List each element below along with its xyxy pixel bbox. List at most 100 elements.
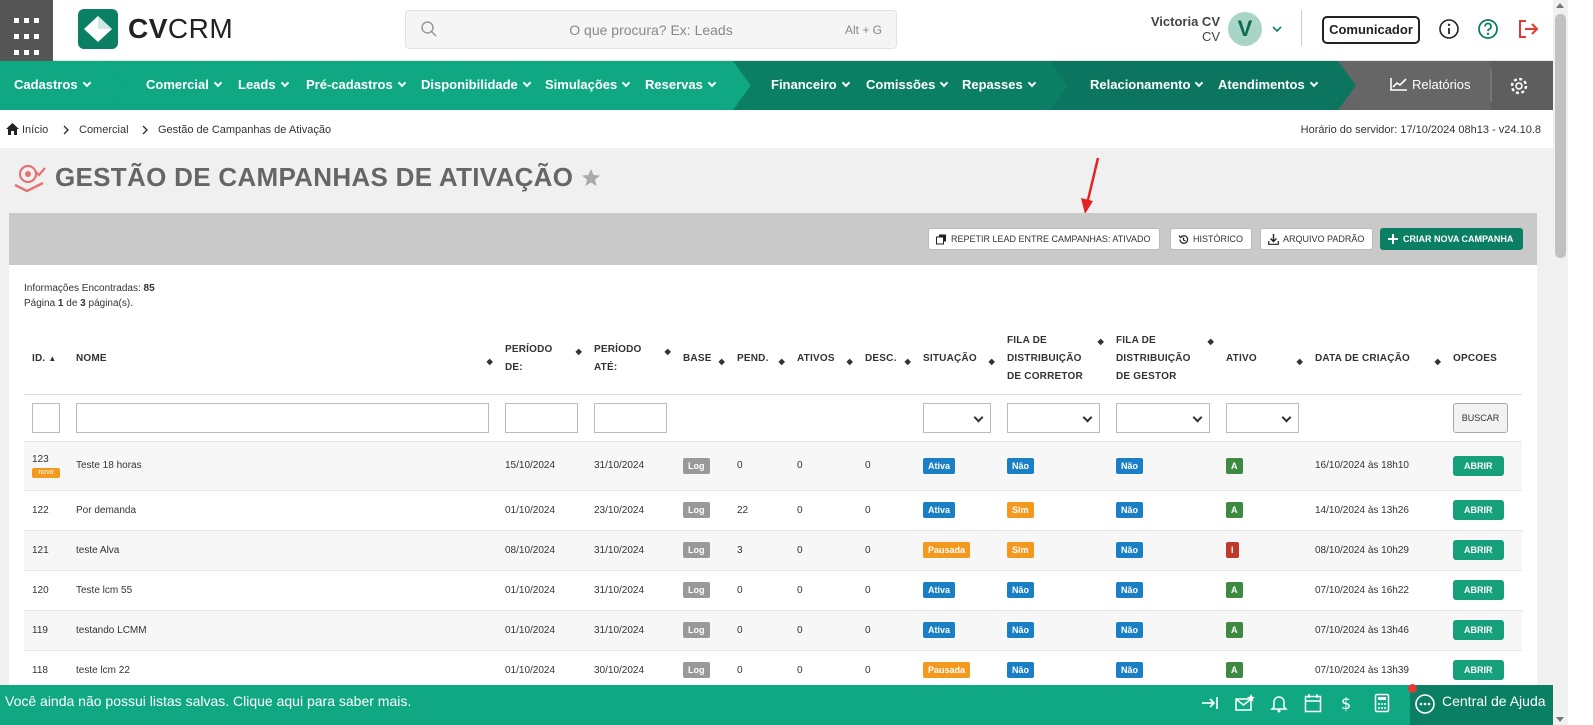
page-title: GESTÃO DE CAMPANHAS DE ATIVAÇÃO <box>55 162 574 192</box>
filter-situacao-select[interactable] <box>923 402 991 433</box>
brand-bold: CV <box>128 13 168 44</box>
filter-to-input[interactable] <box>594 402 667 433</box>
gear-icon[interactable] <box>1509 76 1529 96</box>
sort-icon: ◆ <box>1207 337 1214 346</box>
cell-fila-gestor: Não <box>1108 490 1218 531</box>
star-icon[interactable] <box>581 168 601 188</box>
filter-from-input[interactable] <box>505 402 578 433</box>
cell-pend: 0 <box>729 570 789 611</box>
cell-period-to: 31/10/2024 <box>586 610 675 651</box>
open-button[interactable]: ABRIR <box>1453 500 1504 520</box>
cell-situacao: Ativa <box>915 610 999 651</box>
nav-comissoes[interactable]: Comissões <box>866 77 949 92</box>
cell-base: Log <box>675 570 729 611</box>
sort-icon: ◆ <box>1097 337 1104 346</box>
filter-ativo-select[interactable] <box>1226 402 1299 433</box>
user-info[interactable]: Victoria CV CV <box>1140 14 1220 44</box>
col-situacao[interactable]: SITUAÇÃO ◆ <box>915 325 999 395</box>
avatar[interactable]: V <box>1228 12 1262 46</box>
calendar-icon[interactable] <box>1304 693 1322 713</box>
nav-reservas[interactable]: Reservas <box>645 77 717 92</box>
cell-options: ABRIR <box>1445 570 1522 611</box>
cell-ativos: 0 <box>789 610 857 651</box>
help-icon[interactable] <box>1477 18 1499 40</box>
cell-id: 121 <box>24 530 68 571</box>
home-icon[interactable] <box>6 123 19 135</box>
col-base[interactable]: BASE ◆ <box>675 325 729 395</box>
nav-simulacoes[interactable]: Simulações <box>545 77 631 92</box>
cell-created: 14/10/2024 às 13h26 <box>1307 490 1445 531</box>
filter-name-input[interactable] <box>76 402 489 433</box>
status-badge: Pausada <box>923 542 971 558</box>
help-center-button[interactable]: Central de Ajuda <box>1410 685 1553 725</box>
calculator-icon[interactable] <box>1374 693 1390 713</box>
nav-leads[interactable]: Leads <box>238 77 289 92</box>
nav-atendimentos[interactable]: Atendimentos <box>1218 77 1318 92</box>
mail-star-icon[interactable] <box>1234 693 1256 713</box>
nav-disponibilidade[interactable]: Disponibilidade <box>421 77 532 92</box>
col-pend[interactable]: PEND. ◆ <box>729 325 789 395</box>
download-icon <box>1268 234 1279 245</box>
bell-icon[interactable] <box>1270 693 1288 713</box>
svg-text:$: $ <box>1341 694 1351 713</box>
logout-icon[interactable] <box>1516 18 1540 40</box>
cell-ativos: 0 <box>789 650 857 691</box>
repeat-lead-button[interactable]: REPETIR LEAD ENTRE CAMPANHAS: ATIVADO <box>928 228 1160 250</box>
vertical-scrollbar[interactable] <box>1553 0 1568 725</box>
nav-comercial[interactable]: Comercial <box>146 77 223 92</box>
breadcrumb-home[interactable]: Início <box>22 124 48 136</box>
cvcrm-logo[interactable]: CVCRM <box>78 9 233 49</box>
saved-lists-message[interactable]: Você ainda não possui listas salvas. Cli… <box>5 693 411 709</box>
col-desc[interactable]: DESC. ◆ <box>857 325 915 395</box>
queue-badge: Não <box>1116 457 1144 474</box>
top-header: CVCRM O que procura? Ex: Leads Alt + G V… <box>0 0 1575 61</box>
nav-cadastros[interactable]: Cadastros <box>14 77 91 92</box>
history-button[interactable]: HISTÓRICO <box>1170 228 1253 250</box>
scrollbar-thumb[interactable] <box>1555 14 1566 258</box>
app-grid-icon[interactable] <box>0 0 53 61</box>
open-button[interactable]: ABRIR <box>1453 540 1504 560</box>
open-button[interactable]: ABRIR <box>1453 620 1504 640</box>
col-fila-gestor[interactable]: FILA DE DISTRIBUIÇÃO DE GESTOR ◆ <box>1108 325 1218 395</box>
open-button[interactable]: ABRIR <box>1453 455 1504 476</box>
filter-fila-corretor-select[interactable] <box>1007 402 1100 433</box>
cell-fila-corretor: Sim <box>999 490 1108 531</box>
col-ativos[interactable]: ATIVOS ◆ <box>789 325 857 395</box>
collapse-right-icon[interactable] <box>1200 693 1220 713</box>
cell-situacao: Ativa <box>915 441 999 491</box>
col-ativo[interactable]: ATIVO ◆ <box>1218 325 1307 395</box>
cell-id: 123 novo <box>24 441 68 491</box>
history-icon <box>1178 235 1189 244</box>
col-created[interactable]: DATA DE CRIAÇÃO ◆ <box>1307 325 1445 395</box>
col-fila-corretor[interactable]: FILA DE DISTRIBUIÇÃO DE CORRETOR ◆ <box>999 325 1108 395</box>
nav-pre-cadastros[interactable]: Pré-cadastros <box>306 77 406 92</box>
col-id[interactable]: ID. ▲ <box>24 325 68 395</box>
queue-badge: Não <box>1007 622 1035 638</box>
global-search[interactable]: O que procura? Ex: Leads Alt + G <box>405 10 897 49</box>
filter-fila-gestor-select[interactable] <box>1116 402 1210 433</box>
open-button[interactable]: ABRIR <box>1453 580 1504 600</box>
dollar-icon[interactable]: $ <box>1340 693 1354 713</box>
info-icon[interactable] <box>1438 18 1460 40</box>
sort-asc-icon: ▲ <box>48 354 57 364</box>
breadcrumb-comercial[interactable]: Comercial <box>79 124 129 136</box>
chevron-down-icon[interactable] <box>1271 24 1283 34</box>
default-file-button[interactable]: ARQUIVO PADRÃO <box>1260 228 1374 250</box>
nav-financeiro[interactable]: Financeiro <box>771 77 850 92</box>
cell-pend: 22 <box>729 490 789 531</box>
cell-id: 122 <box>24 490 68 531</box>
col-period-from[interactable]: PERÍODO DE: ◆ <box>497 325 586 395</box>
search-button[interactable]: BUSCAR <box>1453 402 1508 433</box>
create-campaign-button[interactable]: CRIAR NOVA CAMPANHA <box>1380 228 1524 250</box>
communicator-button[interactable]: Comunicador <box>1322 16 1420 44</box>
cell-situacao: Ativa <box>915 570 999 611</box>
col-name[interactable]: NOME ◆ <box>68 325 497 395</box>
table-row: 119 testando LCMM 01/10/2024 31/10/2024 Log 0… <box>24 610 1522 651</box>
nav-relatorios[interactable]: Relatórios <box>1390 77 1471 92</box>
col-period-to[interactable]: PERÍODO ATÉ: ◆ <box>586 325 675 395</box>
nav-relacionamento[interactable]: Relacionamento <box>1090 77 1204 92</box>
filter-id-input[interactable] <box>32 402 60 433</box>
cell-ativos: 0 <box>789 570 857 611</box>
nav-repasses[interactable]: Repasses <box>962 77 1036 92</box>
open-button[interactable]: ABRIR <box>1453 660 1504 680</box>
